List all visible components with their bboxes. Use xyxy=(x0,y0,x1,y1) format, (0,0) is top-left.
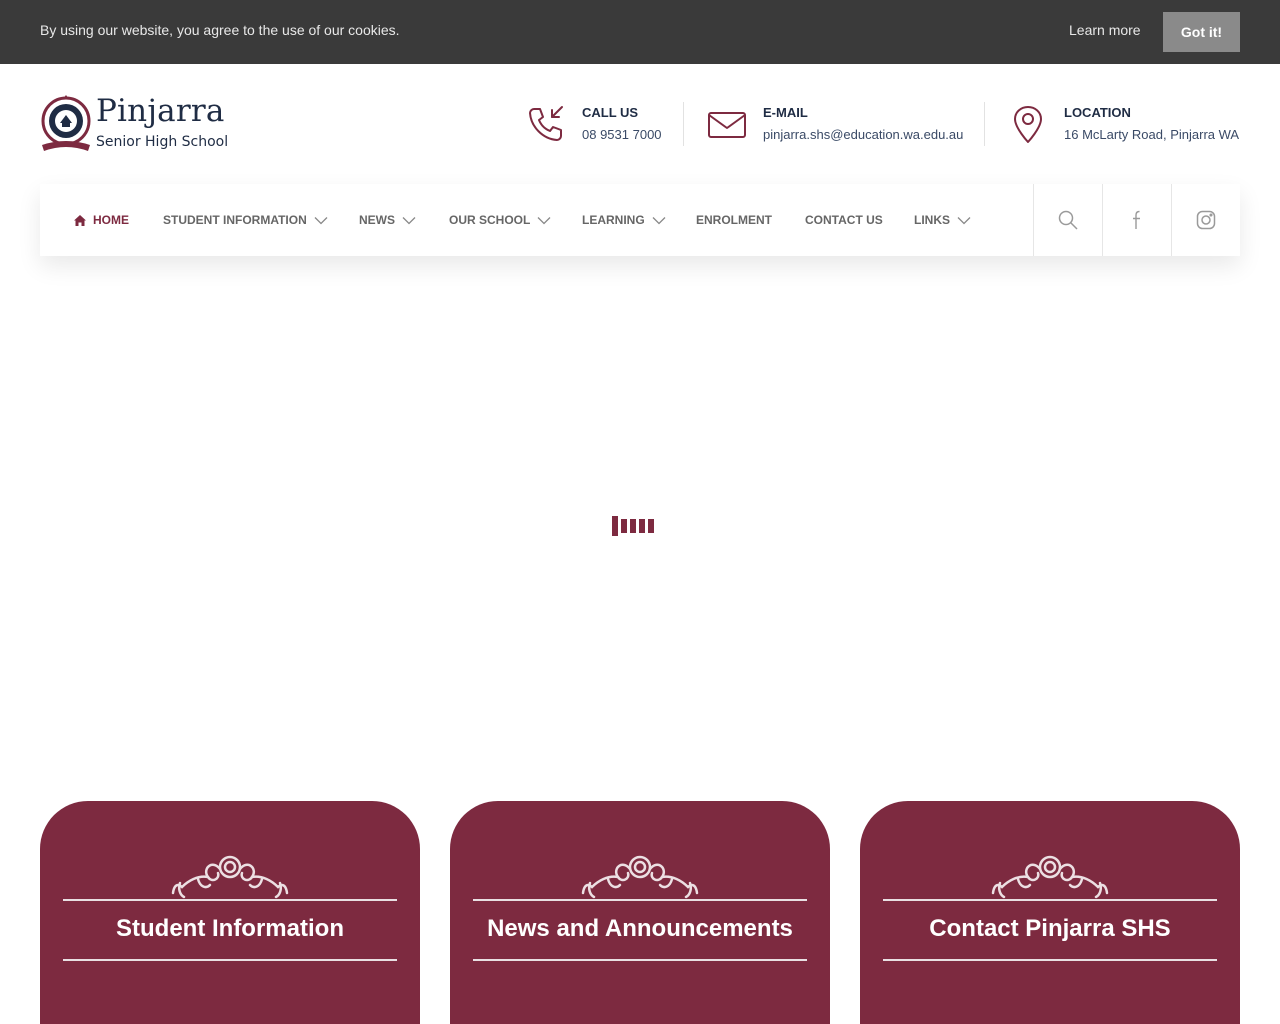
chevron-down-icon xyxy=(402,216,416,224)
chevron-down-icon xyxy=(314,216,328,224)
cookie-accept-button[interactable]: Got it! xyxy=(1163,12,1240,52)
loading-spinner-icon xyxy=(612,516,654,536)
nav-item-links[interactable]: LINKS xyxy=(914,213,971,227)
card-title: Contact Pinjarra SHS xyxy=(929,915,1171,942)
scroll-ornament-icon xyxy=(171,855,289,899)
card-title: News and Announcements xyxy=(487,915,793,942)
card-divider xyxy=(883,959,1217,961)
school-crest-icon xyxy=(41,95,91,151)
cookie-message: By using our website, you agree to the u… xyxy=(40,22,400,38)
instagram-link[interactable] xyxy=(1171,184,1240,256)
contact-call[interactable]: CALL US 08 9531 7000 xyxy=(526,100,666,148)
facebook-link[interactable] xyxy=(1102,184,1171,256)
nav-item-label: LEARNING xyxy=(582,213,645,227)
card-title: Student Information xyxy=(116,915,344,942)
nav-item-home[interactable]: HOME xyxy=(74,213,129,227)
chevron-down-icon xyxy=(957,216,971,224)
card-divider xyxy=(63,899,397,901)
nav-item-label: NEWS xyxy=(359,213,395,227)
home-icon xyxy=(74,214,86,226)
scroll-ornament-icon xyxy=(581,855,699,899)
nav-item-our-school[interactable]: OUR SCHOOL xyxy=(449,213,551,227)
main-nav: HOME STUDENT INFORMATION NEWS OUR SCHOOL… xyxy=(40,184,1240,256)
nav-item-contact-us[interactable]: CONTACT US xyxy=(805,213,883,227)
contact-call-value: 08 9531 7000 xyxy=(582,127,662,142)
card-contact[interactable]: Contact Pinjarra SHS xyxy=(860,801,1240,1024)
nav-item-student-information[interactable]: STUDENT INFORMATION xyxy=(163,213,328,227)
card-student-information[interactable]: Student Information xyxy=(40,801,420,1024)
instagram-icon xyxy=(1196,210,1216,230)
nav-item-label: HOME xyxy=(93,213,129,227)
search-button[interactable] xyxy=(1033,184,1102,256)
card-news-announcements[interactable]: News and Announcements xyxy=(450,801,830,1024)
school-logo[interactable]: Pinjarra Senior High School xyxy=(40,93,230,157)
phone-incoming-icon xyxy=(529,106,563,141)
nav-item-label: LINKS xyxy=(914,213,950,227)
cookie-bar: By using our website, you agree to the u… xyxy=(0,0,1280,64)
nav-item-label: ENROLMENT xyxy=(696,213,772,227)
brand-name: Pinjarra xyxy=(96,93,225,129)
facebook-icon xyxy=(1133,210,1140,229)
cookie-learn-more-link[interactable]: Learn more xyxy=(1069,22,1141,38)
scroll-ornament-icon xyxy=(991,855,1109,899)
contact-divider xyxy=(683,102,684,146)
envelope-icon xyxy=(708,112,746,138)
card-divider xyxy=(473,899,807,901)
contact-email-value: pinjarra.shs@education.wa.edu.au xyxy=(763,127,964,142)
card-divider xyxy=(63,959,397,961)
contact-location-value: 16 McLarty Road, Pinjarra WA xyxy=(1064,127,1240,142)
card-divider xyxy=(473,959,807,961)
brand-subtitle: Senior High School xyxy=(96,134,229,150)
contact-email[interactable]: E-MAIL pinjarra.shs@education.wa.edu.au xyxy=(707,100,967,148)
contact-divider xyxy=(984,102,985,146)
chevron-down-icon xyxy=(652,216,666,224)
nav-item-label: OUR SCHOOL xyxy=(449,213,531,227)
contact-location-label: LOCATION xyxy=(1064,105,1131,120)
map-pin-icon xyxy=(1014,106,1042,143)
nav-item-learning[interactable]: LEARNING xyxy=(582,213,666,227)
nav-item-label: STUDENT INFORMATION xyxy=(163,213,307,227)
nav-item-label: CONTACT US xyxy=(805,213,883,227)
chevron-down-icon xyxy=(537,216,551,224)
contact-email-label: E-MAIL xyxy=(763,105,808,120)
nav-item-news[interactable]: NEWS xyxy=(359,213,416,227)
contact-location[interactable]: LOCATION 16 McLarty Road, Pinjarra WA xyxy=(1008,100,1240,148)
search-icon xyxy=(1058,210,1078,230)
card-divider xyxy=(883,899,1217,901)
nav-item-enrolment[interactable]: ENROLMENT xyxy=(696,213,772,227)
contact-call-label: CALL US xyxy=(582,105,639,120)
